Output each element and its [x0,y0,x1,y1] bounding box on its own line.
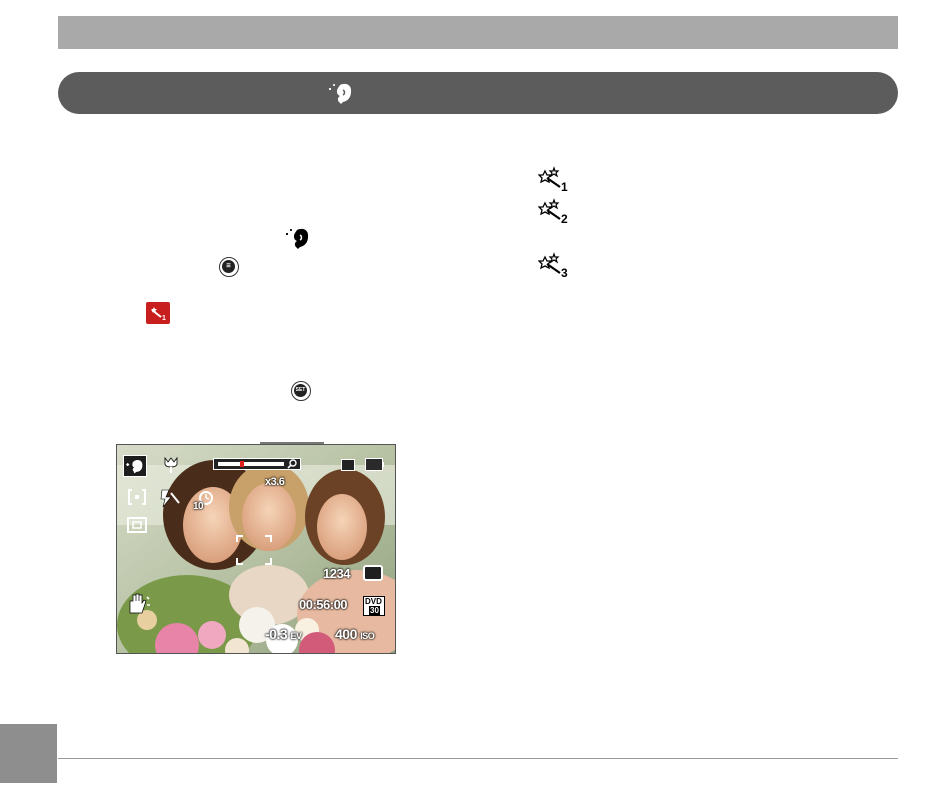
af-area-icon [127,488,147,511]
effect-2-number: 2 [561,212,568,224]
effect-1-icon: 1 [537,166,574,197]
iso-value: 400 ISO [335,626,375,642]
stabilizer-hand-icon [125,591,151,622]
video-fps-label: 30 [369,606,380,615]
effect-3-icon: 3 [537,252,574,283]
effect-2-icon: 2 [537,198,574,229]
zoom-magnifier-icon [287,457,299,475]
page-number-tab [0,724,57,783]
shots-remaining: 1234 [323,566,350,581]
image-size-icon [363,565,383,581]
footer-divider [58,758,898,759]
memory-card-icon [341,459,355,471]
iso-number: 400 [335,626,357,642]
zoom-bar [213,458,301,470]
ev-unit: EV [290,631,303,641]
preview-photo [117,445,395,653]
selected-effect-icon: 1 [146,302,170,324]
iso-unit: ISO [360,631,375,641]
effect-3-number: 3 [561,266,568,278]
video-quality-label: DVD [365,597,382,606]
menu-button-label: ☰ [222,260,235,273]
set-button-icon: SET [291,381,311,401]
metering-icon [127,517,147,538]
set-button-label: SET [294,384,307,397]
macro-mode-icon [162,456,180,479]
face-beauty-icon [326,81,356,110]
selected-effect-number: 1 [162,315,166,322]
camera-preview-screen: 10 x3.6 1234 00:56:00 DVD 30 -0.3 EV 400… [116,444,396,654]
exposure-value: -0.3 EV [265,626,302,642]
ev-number: -0.3 [265,626,288,642]
face-beauty-mode-indicator-icon [123,455,147,477]
section-title-bar [58,72,898,114]
video-quality-icon: DVD 30 [363,596,385,616]
recording-time: 00:56:00 [299,597,348,612]
zoom-position-marker [239,461,244,467]
menu-button-icon: ☰ [219,257,239,277]
flash-off-icon [159,488,181,513]
effect-1-number: 1 [561,180,568,192]
face-beauty-icon [282,226,314,255]
header-bar [58,16,898,49]
self-timer-seconds: 10 [193,501,204,512]
zoom-value: x3.6 [265,476,285,488]
battery-icon [365,458,384,471]
